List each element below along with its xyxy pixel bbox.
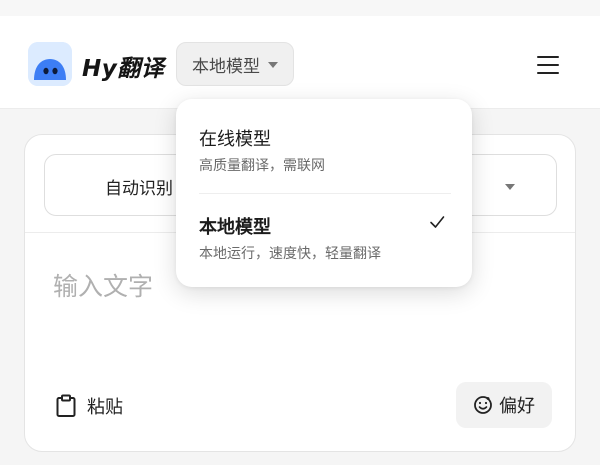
option-description: 高质量翻译，需联网 (199, 158, 325, 174)
option-title: 在线模型 (199, 129, 271, 150)
app-name: Hy翻译 (82, 56, 165, 82)
app-header: Hy翻译 本地模型 (0, 16, 600, 109)
dropdown-divider (199, 193, 451, 194)
target-language-chevron-icon[interactable] (505, 184, 515, 190)
preference-button[interactable]: 偏好 (456, 382, 552, 428)
status-strip (0, 0, 600, 16)
model-option-online[interactable]: 在线模型 高质量翻译，需联网 (176, 107, 472, 193)
clipboard-icon (56, 394, 76, 417)
source-language-selector[interactable]: 自动识别 (105, 174, 173, 199)
app-logo-icon (28, 42, 72, 86)
chevron-down-icon (268, 62, 278, 68)
menu-icon[interactable] (533, 54, 563, 76)
checkmark-icon (430, 216, 445, 228)
model-selector-button[interactable]: 本地模型 (176, 42, 294, 86)
option-title: 本地模型 (199, 217, 271, 238)
model-selector-label: 本地模型 (192, 56, 260, 77)
preference-label: 偏好 (499, 396, 535, 417)
model-dropdown-menu: 在线模型 高质量翻译，需联网 本地模型 本地运行，速度快，轻量翻译 (176, 99, 472, 287)
option-description: 本地运行，速度快，轻量翻译 (199, 246, 381, 262)
paste-button[interactable]: 粘贴 (55, 389, 123, 423)
model-option-local[interactable]: 本地模型 本地运行，速度快，轻量翻译 (176, 195, 472, 281)
paste-label: 粘贴 (87, 397, 123, 418)
smile-icon (474, 396, 492, 414)
